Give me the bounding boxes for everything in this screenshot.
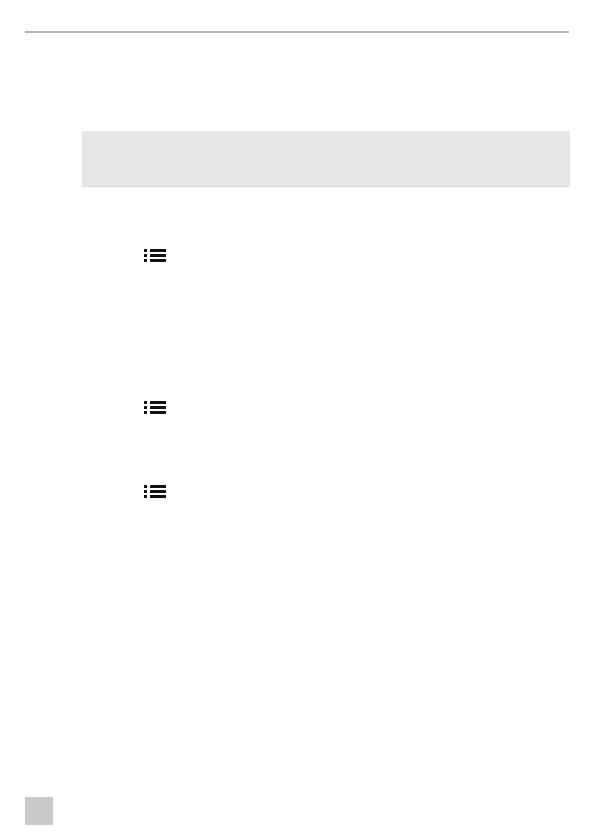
list-icon <box>144 248 166 264</box>
page-tab <box>25 797 53 825</box>
list-line <box>150 406 166 409</box>
list-line <box>150 249 166 252</box>
page: { "document": { "header_rule": true, "gr… <box>0 0 595 839</box>
list-line <box>150 485 166 488</box>
list-bullet <box>144 485 147 488</box>
list-icon <box>144 400 166 416</box>
list-icon <box>144 484 166 500</box>
list-line <box>150 254 166 257</box>
list-bullet <box>144 490 147 493</box>
list-line <box>150 259 166 262</box>
list-line <box>150 411 166 414</box>
list-line <box>150 495 166 498</box>
header-divider <box>25 31 569 33</box>
list-bullet <box>144 411 147 414</box>
list-bullet <box>144 249 147 252</box>
list-line <box>150 490 166 493</box>
list-bullet <box>144 406 147 409</box>
list-bullet <box>144 254 147 257</box>
gray-panel <box>82 131 570 187</box>
list-bullet <box>144 401 147 404</box>
list-bullet <box>144 259 147 262</box>
list-bullet <box>144 495 147 498</box>
list-line <box>150 401 166 404</box>
